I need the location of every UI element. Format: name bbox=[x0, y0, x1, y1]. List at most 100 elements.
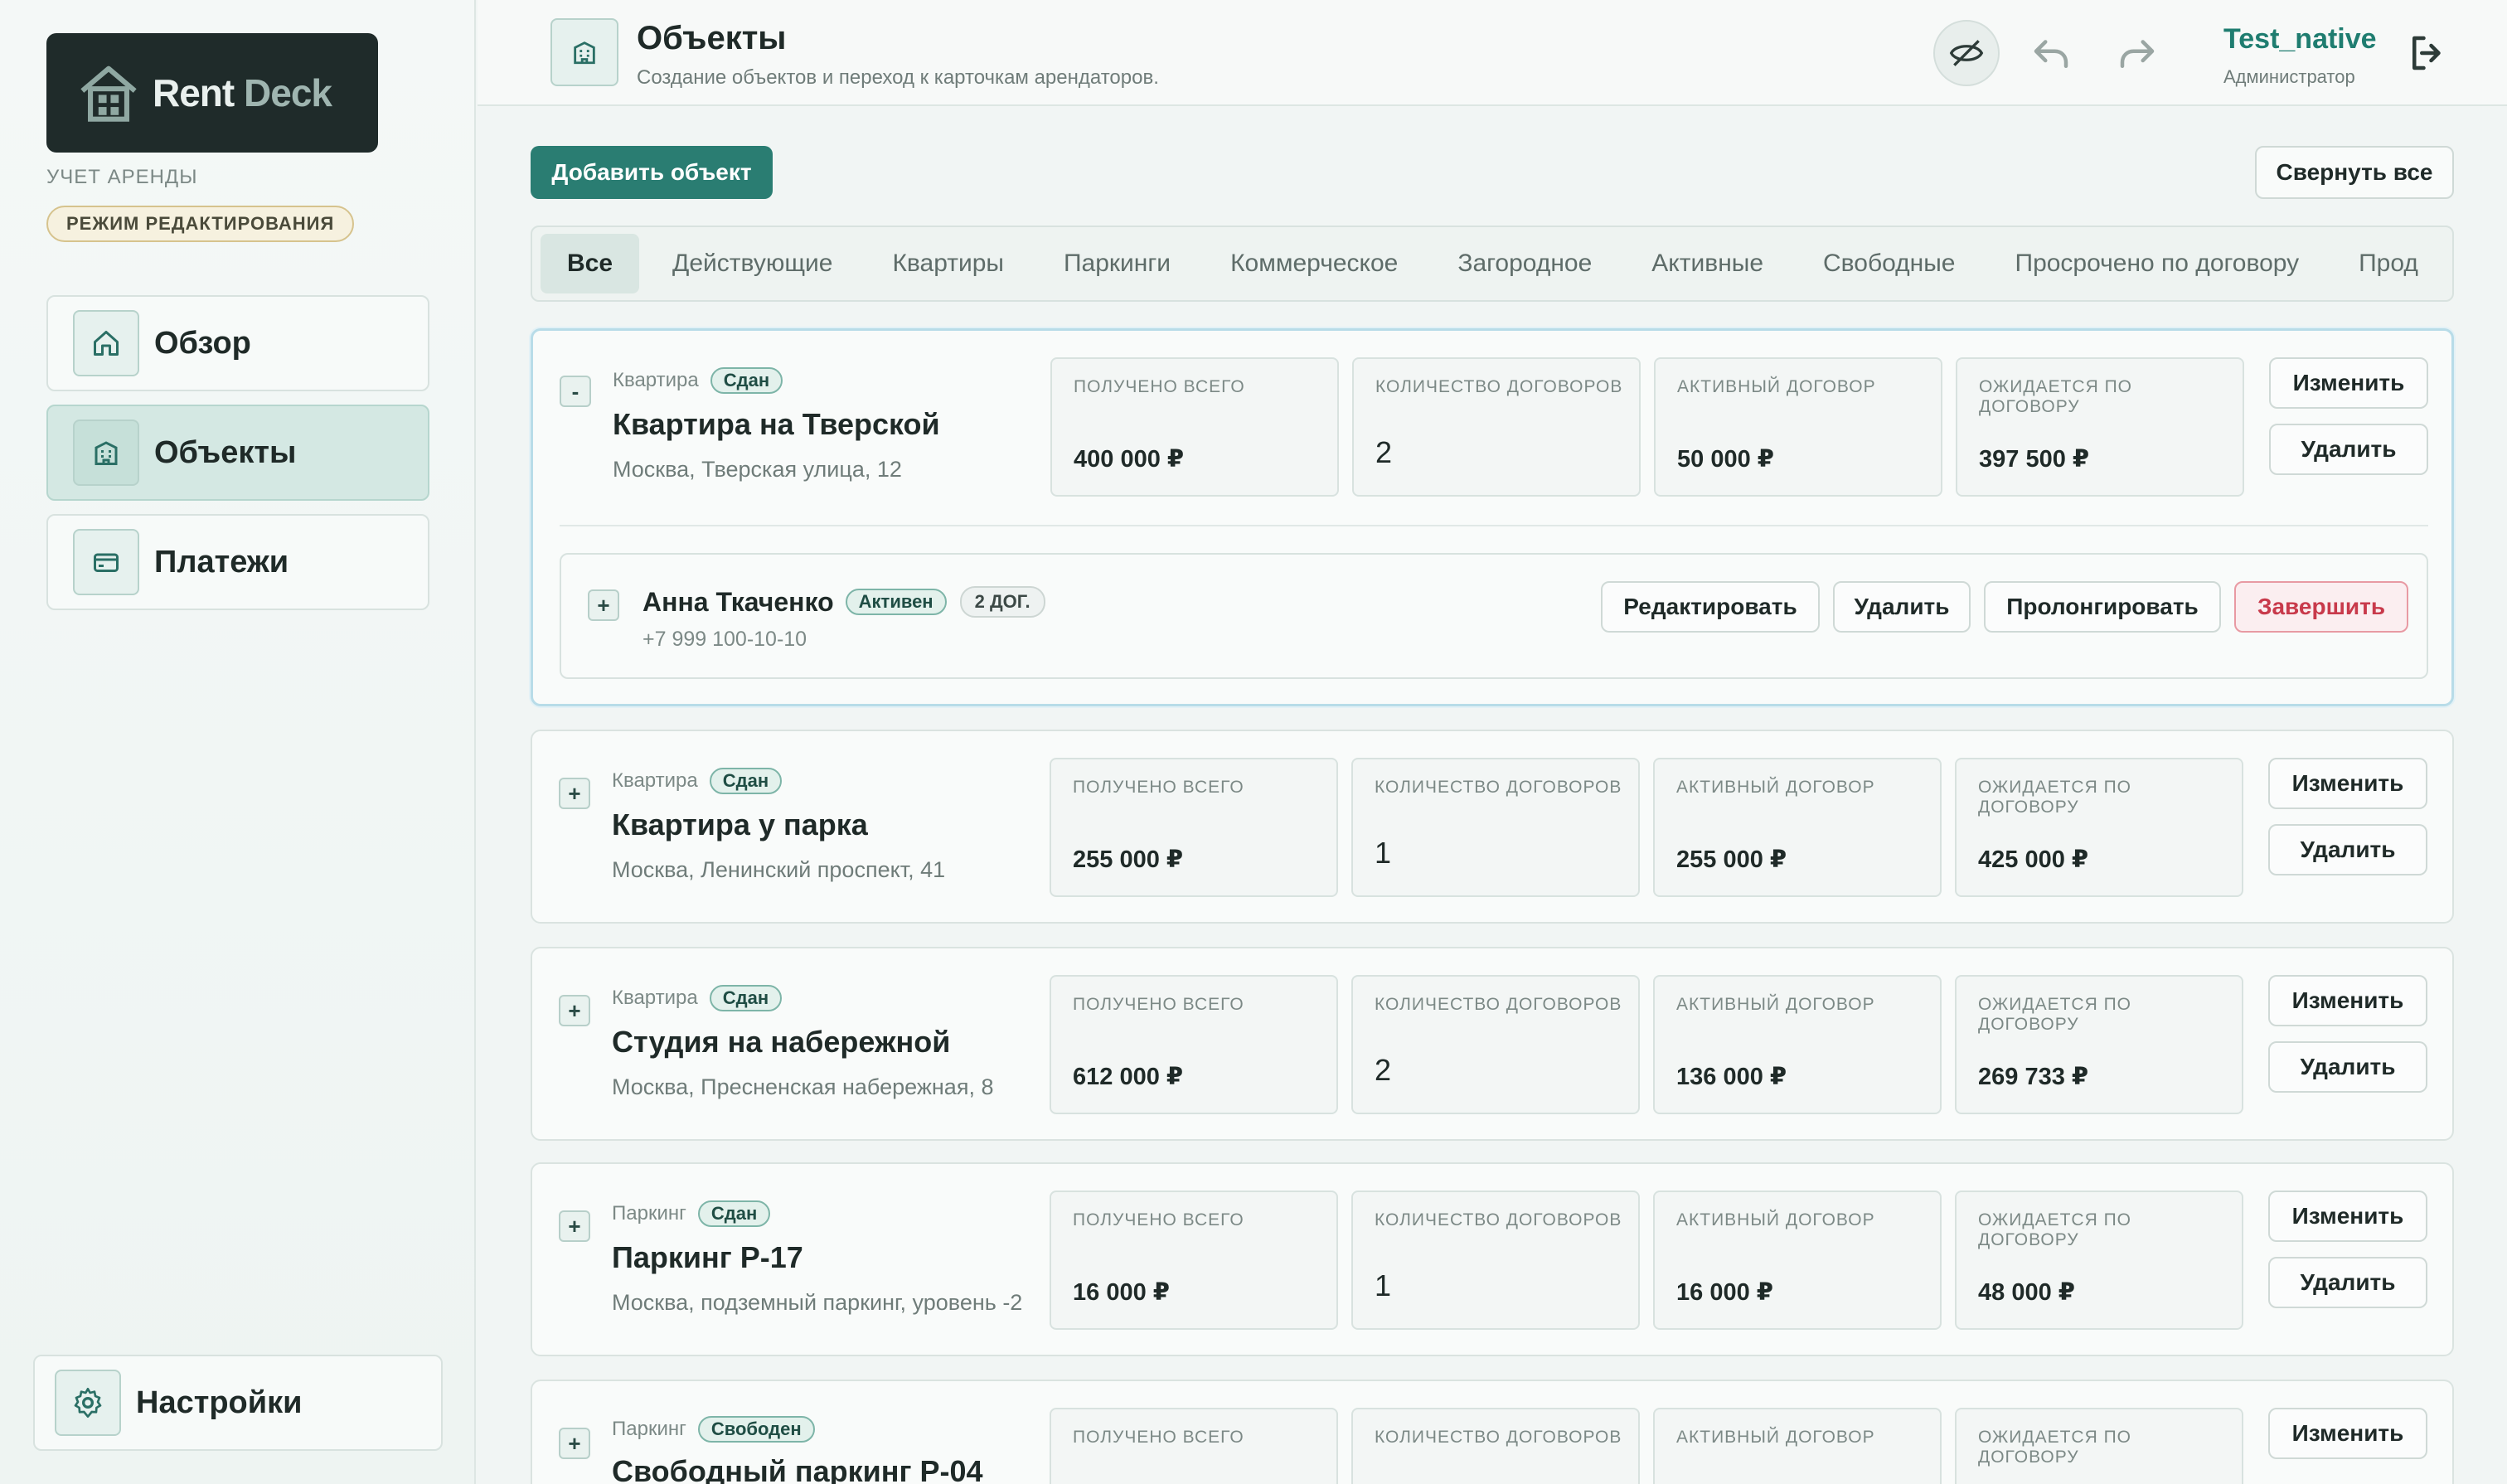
sidebar-item-label: Обзор bbox=[154, 325, 251, 361]
property-name[interactable]: Свободный паркинг P-04 bbox=[612, 1454, 1026, 1484]
tenant-phone: +7 999 100-10-10 bbox=[643, 628, 807, 651]
edit-property-button[interactable]: Изменить bbox=[2268, 758, 2427, 809]
edit-property-button[interactable]: Изменить bbox=[2268, 1191, 2427, 1242]
property-name[interactable]: Паркинг P-17 bbox=[612, 1240, 1026, 1275]
status-badge: Сдан bbox=[709, 985, 783, 1011]
top-header: Объекты Создание объектов и переход к ка… bbox=[478, 0, 2507, 106]
stat-expected: ОЖИДАЕТСЯ ПО ДОГОВОРУ 48 000 ₽ bbox=[1955, 1191, 2243, 1330]
stat-expected: ОЖИДАЕТСЯ ПО ДОГОВОРУ 269 733 ₽ bbox=[1955, 975, 2243, 1114]
property-type: Квартира Сдан bbox=[612, 768, 783, 794]
filter-tab-apartments[interactable]: Квартиры bbox=[866, 234, 1030, 293]
property-name[interactable]: Квартира на Тверской bbox=[613, 407, 1027, 442]
filter-tab-country[interactable]: Загородное bbox=[1431, 234, 1618, 293]
stat-expected: ОЖИДАЕТСЯ ПО ДОГОВОРУ 425 000 ₽ bbox=[1955, 758, 2243, 897]
property-name[interactable]: Студия на набережной bbox=[612, 1025, 1026, 1060]
stat-expected: ОЖИДАЕТСЯ ПО ДОГОВОРУ bbox=[1955, 1408, 2243, 1484]
edit-tenant-button[interactable]: Редактировать bbox=[1601, 581, 1820, 633]
hide-eye-button[interactable] bbox=[1933, 20, 2000, 86]
brand-logo[interactable]: Rent Deck bbox=[46, 33, 378, 153]
property-card: - Квартира Сдан Квартира на Тверской Моск… bbox=[531, 328, 2454, 706]
expand-toggle-button[interactable]: + bbox=[559, 995, 590, 1026]
delete-property-button[interactable]: Удалить bbox=[2268, 824, 2427, 875]
filter-tab-more[interactable]: Прод bbox=[2332, 234, 2445, 293]
property-card: + Паркинг Сдан Паркинг P-17 Москва, подзе… bbox=[531, 1162, 2454, 1356]
stat-contracts-count: КОЛИЧЕСТВО ДОГОВОРОВ 2 bbox=[1352, 357, 1641, 497]
stat-active-contract: АКТИВНЫЙ ДОГОВОР 255 000 ₽ bbox=[1653, 758, 1942, 897]
status-badge: Сдан bbox=[709, 768, 783, 794]
sidebar-item-label: Объекты bbox=[154, 434, 297, 470]
user-name[interactable]: Test_native bbox=[2223, 23, 2377, 56]
add-object-button[interactable]: Добавить объект bbox=[531, 146, 773, 199]
brand-name: Rent Deck bbox=[153, 71, 332, 114]
expand-toggle-button[interactable]: + bbox=[559, 1428, 590, 1459]
edit-property-button[interactable]: Изменить bbox=[2269, 357, 2428, 409]
status-badge: Сдан bbox=[697, 1200, 771, 1227]
stat-received: ПОЛУЧЕНО ВСЕГО 400 000 ₽ bbox=[1050, 357, 1339, 497]
delete-property-button[interactable]: Удалить bbox=[2269, 424, 2428, 475]
edit-property-button[interactable]: Изменить bbox=[2268, 975, 2427, 1026]
building-icon bbox=[550, 18, 618, 86]
delete-tenant-button[interactable]: Удалить bbox=[1833, 581, 1971, 633]
page-subtitle: Создание объектов и переход к карточкам … bbox=[637, 66, 1159, 89]
delete-property-button[interactable]: Удалить bbox=[2268, 1257, 2427, 1308]
expand-toggle-button[interactable]: + bbox=[559, 1210, 590, 1242]
filter-tab-current[interactable]: Действующие bbox=[646, 234, 859, 293]
undo-button[interactable] bbox=[2018, 20, 2084, 86]
stat-received: ПОЛУЧЕНО ВСЕГО 255 000 ₽ bbox=[1050, 758, 1338, 897]
tenant-status-badge: Активен bbox=[845, 589, 947, 615]
house-logo-icon bbox=[80, 65, 137, 122]
property-address: Москва, Ленинский проспект, 41 bbox=[612, 857, 946, 882]
expand-tenant-button[interactable]: + bbox=[588, 589, 619, 621]
gear-icon bbox=[55, 1370, 121, 1436]
finish-contract-button[interactable]: Завершить bbox=[2234, 581, 2408, 633]
collapse-toggle-button[interactable]: - bbox=[560, 376, 591, 407]
property-address: Москва, Пресненская набережная, 8 bbox=[612, 1074, 994, 1099]
filter-tab-parkings[interactable]: Паркинги bbox=[1037, 234, 1197, 293]
property-card: + Паркинг Свободен Свободный паркинг P-04… bbox=[531, 1380, 2454, 1484]
property-type: Квартира Сдан bbox=[613, 367, 783, 394]
user-role: Администратор bbox=[2223, 66, 2355, 87]
stat-contracts-count: КОЛИЧЕСТВО ДОГОВОРОВ 2 bbox=[1351, 975, 1640, 1114]
stat-active-contract: АКТИВНЫЙ ДОГОВОР 136 000 ₽ bbox=[1653, 975, 1942, 1114]
stat-contracts-count: КОЛИЧЕСТВО ДОГОВОРОВ 1 bbox=[1351, 758, 1640, 897]
filter-tab-all[interactable]: Все bbox=[541, 234, 640, 293]
sidebar-item-payments[interactable]: Платежи bbox=[46, 514, 429, 610]
edit-mode-badge: РЕЖИМ РЕДАКТИРОВАНИЯ bbox=[46, 206, 355, 242]
property-type: Квартира Сдан bbox=[612, 985, 783, 1011]
status-badge: Свободен bbox=[697, 1416, 815, 1443]
expand-toggle-button[interactable]: + bbox=[559, 778, 590, 809]
prolong-tenant-button[interactable]: Пролонгировать bbox=[1984, 581, 2221, 633]
filter-tab-active[interactable]: Активные bbox=[1625, 234, 1790, 293]
property-name[interactable]: Квартира у парка bbox=[612, 807, 1026, 842]
home-icon bbox=[73, 310, 139, 376]
filter-tab-commercial[interactable]: Коммерческое bbox=[1204, 234, 1424, 293]
sidebar-item-overview[interactable]: Обзор bbox=[46, 295, 429, 391]
sidebar-item-settings[interactable]: Настройки bbox=[33, 1355, 443, 1451]
eye-off-icon bbox=[1949, 40, 1984, 66]
tenant-name[interactable]: Анна Ткаченко Активен 2 ДОГ. bbox=[643, 586, 1045, 618]
logout-icon bbox=[2412, 36, 2441, 70]
edit-property-button[interactable]: Изменить bbox=[2268, 1408, 2427, 1459]
property-type: Паркинг Сдан bbox=[612, 1200, 771, 1227]
collapse-all-button[interactable]: Свернуть все bbox=[2255, 146, 2454, 199]
property-type: Паркинг Свободен bbox=[612, 1416, 815, 1443]
sidebar-item-label: Платежи bbox=[154, 544, 289, 580]
sidebar-item-objects[interactable]: Объекты bbox=[46, 405, 429, 501]
delete-property-button[interactable]: Удалить bbox=[2268, 1041, 2427, 1093]
sidebar: Rent Deck УЧЕТ АРЕНДЫ РЕЖИМ РЕДАКТИРОВАН… bbox=[0, 0, 476, 1484]
filter-tab-overdue[interactable]: Просрочено по договору bbox=[1989, 234, 2326, 293]
property-card: + Квартира Сдан Квартира у парка Москва, … bbox=[531, 730, 2454, 924]
logout-button[interactable] bbox=[2394, 20, 2461, 86]
redo-icon bbox=[2120, 40, 2155, 68]
filter-tabs: Все Действующие Квартиры Паркинги Коммер… bbox=[531, 226, 2454, 302]
undo-icon bbox=[2034, 40, 2068, 68]
contracts-count-badge: 2 ДОГ. bbox=[959, 586, 1045, 618]
stat-active-contract: АКТИВНЫЙ ДОГОВОР bbox=[1653, 1408, 1942, 1484]
tenant-row: + Анна Ткаченко Активен 2 ДОГ. +7 999 100-… bbox=[560, 553, 2428, 679]
redo-button[interactable] bbox=[2104, 20, 2170, 86]
stat-expected: ОЖИДАЕТСЯ ПО ДОГОВОРУ 397 500 ₽ bbox=[1956, 357, 2244, 497]
stat-contracts-count: КОЛИЧЕСТВО ДОГОВОРОВ bbox=[1351, 1408, 1640, 1484]
brand-subtitle: УЧЕТ АРЕНДЫ bbox=[46, 166, 198, 188]
settings-label: Настройки bbox=[136, 1385, 303, 1420]
filter-tab-free[interactable]: Свободные bbox=[1797, 234, 1981, 293]
